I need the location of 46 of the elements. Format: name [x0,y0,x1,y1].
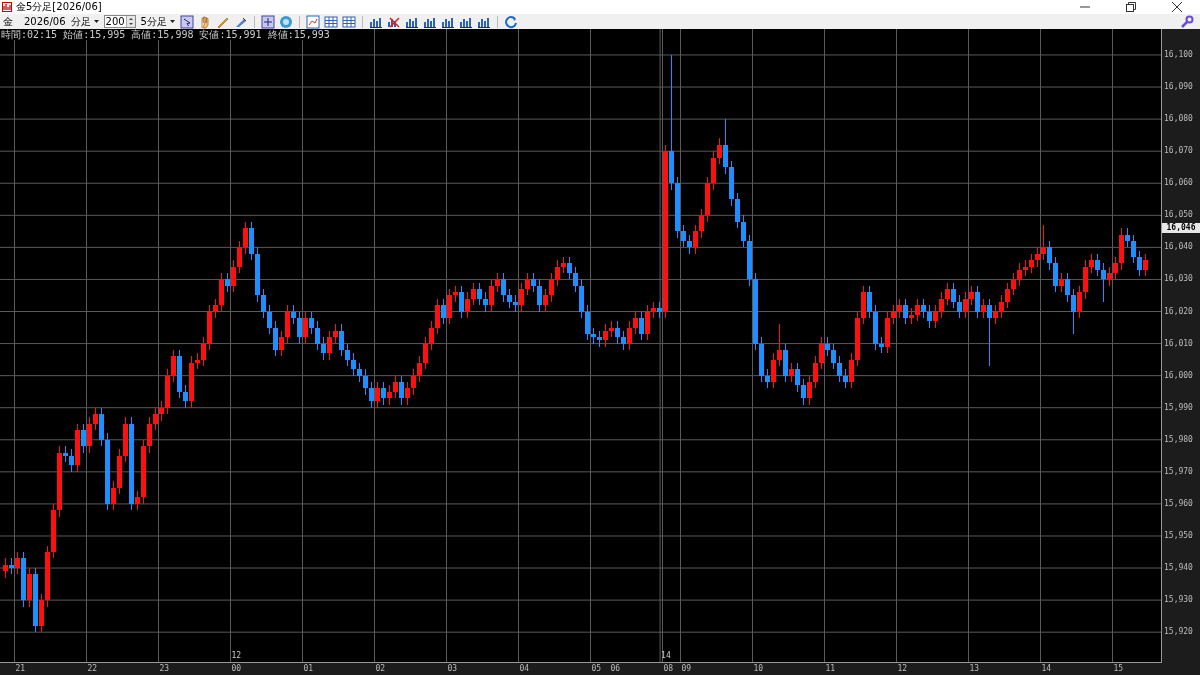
time-tick-label: 22 [87,664,98,674]
period-dropdown[interactable]: 5分足 [138,14,177,29]
price-tick-label: 16,070 [1164,146,1193,157]
time-tick-label: 13 [969,664,980,674]
time-tick-label: 21 [15,664,26,674]
period-unit-dropdown[interactable]: 分足 [68,14,101,29]
time-tick-label: 04 [519,664,530,674]
price-tick-label: 15,980 [1164,434,1193,445]
price-tick-label: 15,950 [1164,530,1193,541]
date-marker-label: 14 [661,651,671,661]
price-tick-label: 15,970 [1164,466,1193,477]
time-tick-label: 08 [663,664,674,674]
window-title: 金5分足[2026/06] [16,0,102,14]
time-tick-label: 15 [1113,664,1124,674]
time-tick-label: 06 [610,664,621,674]
contract-month-label: 2026/06 [24,16,66,27]
time-tick-label: 14 [1041,664,1052,674]
price-tick-label: 16,020 [1164,306,1193,317]
time-tick-label: 12 [897,664,908,674]
time-tick-label: 01 [303,664,314,674]
time-tick-label: 09 [681,664,692,674]
price-tick-label: 16,040 [1164,242,1193,253]
time-tick-label: 02 [375,664,386,674]
price-tick-label: 16,100 [1164,49,1193,60]
price-tick-label: 16,090 [1164,82,1193,93]
price-tick-label: 15,960 [1164,498,1193,509]
price-tick-label: 15,990 [1164,402,1193,413]
price-tick-label: 15,940 [1164,563,1193,574]
price-tick-label: 15,930 [1164,595,1193,606]
time-tick-label: 00 [231,664,242,674]
price-tick-label: 16,060 [1164,178,1193,189]
price-tick-label: 15,920 [1164,627,1193,638]
symbol-label: 金 [3,14,13,29]
price-tick-label: 16,080 [1164,114,1193,125]
time-tick-label: 11 [825,664,836,674]
time-tick-label: 10 [753,664,764,674]
price-tick-label: 16,010 [1164,338,1193,349]
price-tick-label: 16,000 [1164,370,1193,381]
current-price-badge: 16,046 [1162,223,1200,234]
bar-count-field[interactable]: 200 [103,15,136,28]
time-tick-label: 03 [447,664,458,674]
date-marker-label: 12 [231,651,242,661]
time-tick-label: 23 [159,664,170,674]
price-tick-label: 16,050 [1164,210,1193,221]
time-tick-label: 05 [591,664,602,674]
price-tick-label: 16,030 [1164,274,1193,285]
